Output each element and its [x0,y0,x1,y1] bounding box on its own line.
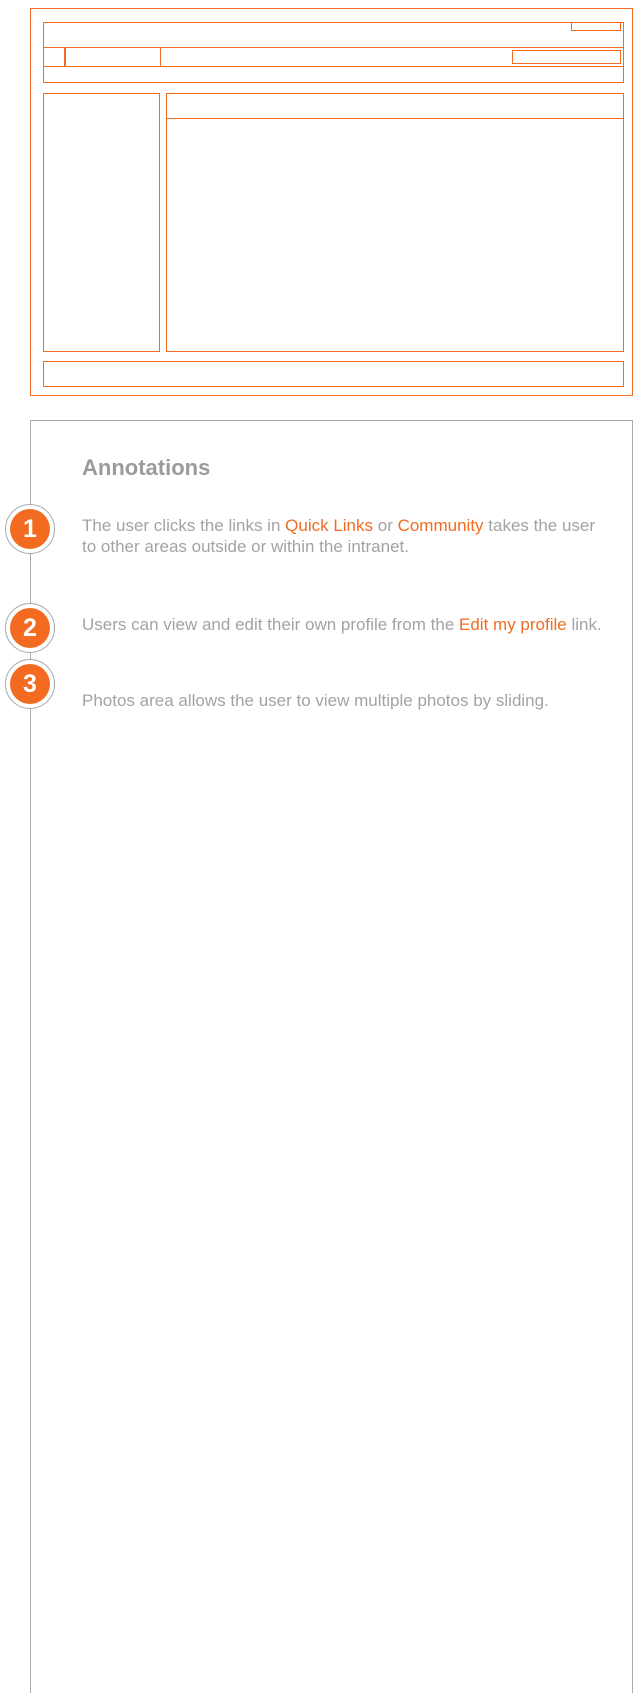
annotation-number-2: 2 [10,608,50,648]
wireframe-search-box [512,50,621,64]
annotation-number-1: 1 [10,509,50,549]
wireframe-nav-tab [65,47,161,67]
note-text: The user clicks the links in [82,516,286,535]
annotation-note-2: Users can view and edit their own profil… [82,614,602,635]
annotation-marker-1: 1 [5,504,55,554]
annotations-panel [30,420,633,1693]
note-text: or [373,516,398,535]
annotation-number-3: 3 [10,664,50,704]
annotation-note-1: The user clicks the links in Quick Links… [82,515,602,557]
note-text: Photos area allows the user to view mult… [82,691,549,710]
quick-links-link: Quick Links [285,516,374,535]
wireframe-sidebar [43,93,160,352]
annotations-title: Annotations [82,455,211,480]
edit-my-profile-link: Edit my profile [459,615,567,634]
community-link: Community [397,516,484,535]
wireframe-nav-tab-small [43,47,65,67]
annotation-note-3: Photos area allows the user to view mult… [82,690,602,711]
wireframe-content-area [166,93,624,352]
note-text: Users can view and edit their own profil… [82,615,460,634]
annotation-marker-3: 3 [5,659,55,709]
wireframe-footer [43,361,624,387]
note-text: link. [566,615,602,634]
annotation-marker-2: 2 [5,603,55,653]
wireframe-utility-link [571,22,621,31]
wireframe-content-header [166,93,624,119]
